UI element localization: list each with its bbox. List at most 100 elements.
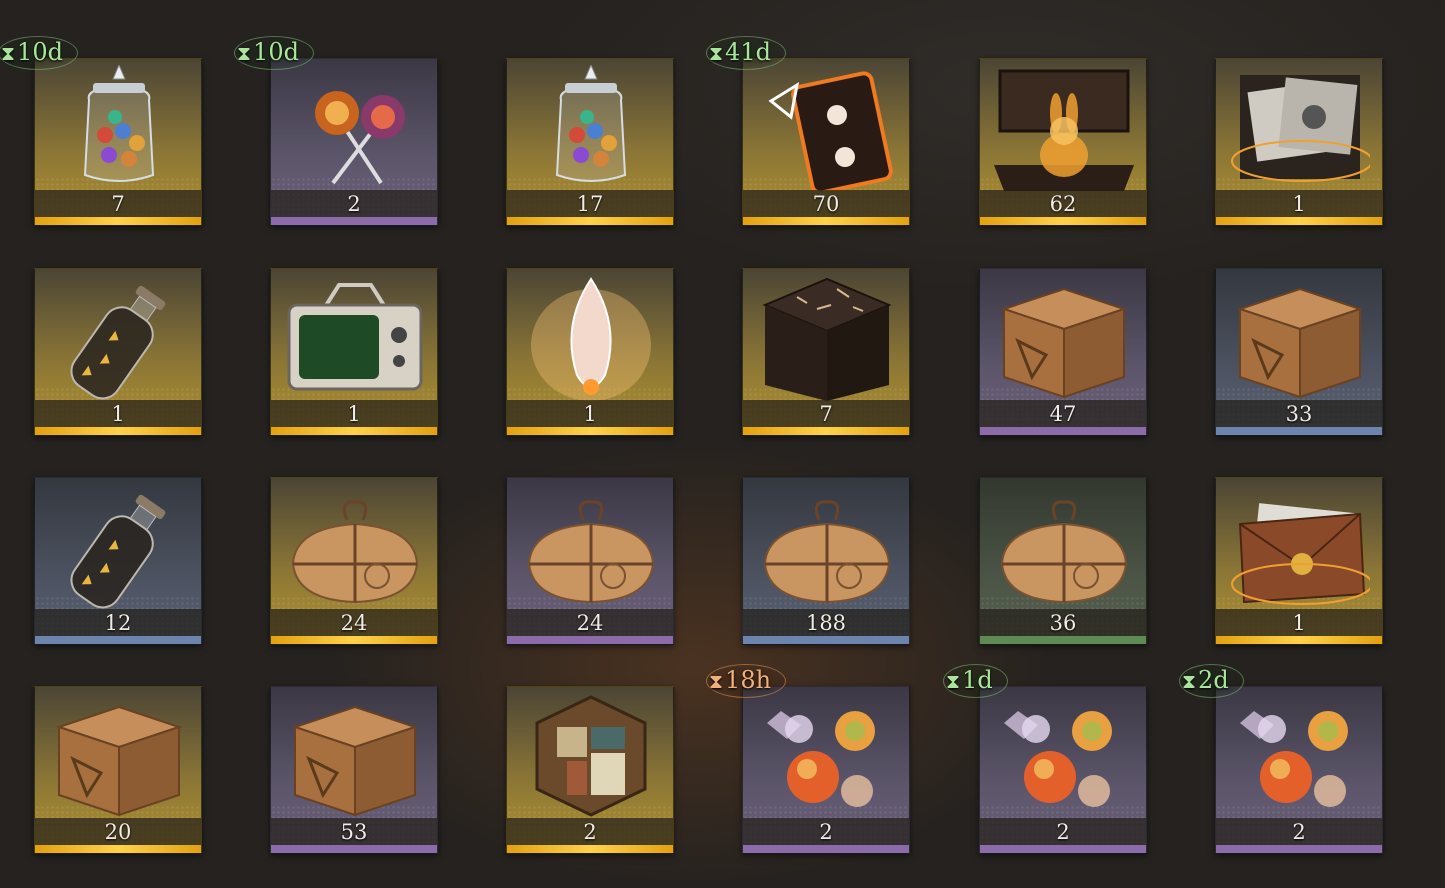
rarity-stripe (35, 845, 201, 853)
inventory-slot-supply-crate[interactable]: 47 (979, 268, 1147, 436)
item-quantity: 70 (812, 192, 840, 216)
item-quantity: 17 (576, 192, 604, 216)
rarity-stripe (980, 217, 1146, 225)
item-quantity: 36 (1049, 611, 1077, 635)
item-quantity: 1 (111, 402, 125, 426)
expiry-timer-badge: ⧗18h (706, 664, 787, 698)
item-quantity: 188 (805, 611, 847, 635)
inventory-slot-paper-parcel[interactable]: 188 (742, 477, 910, 645)
rarity-stripe (743, 217, 909, 225)
candy-jar-icon (521, 63, 661, 191)
item-quantity: 1 (583, 402, 597, 426)
item-quantity: 2 (583, 820, 597, 844)
wooden-crate-icon (1230, 275, 1370, 401)
message-bottle-icon (49, 275, 189, 401)
inventory-slot-supply-crate[interactable]: 33 (1215, 268, 1383, 436)
inventory-slot-paper-parcel[interactable]: 24 (270, 477, 438, 645)
hourglass-icon: ⧗ (709, 669, 724, 693)
hourglass-icon: ⧗ (1, 41, 16, 65)
timer-text: 41d (725, 38, 771, 66)
item-quantity: 2 (819, 820, 833, 844)
item-quantity: 47 (1049, 402, 1077, 426)
cassette-device-icon (757, 65, 897, 195)
inventory-slot-paper-parcel[interactable]: 24 (506, 477, 674, 645)
timer-text: 10d (253, 38, 299, 66)
rarity-stripe (271, 427, 437, 435)
timer-text: 10d (17, 38, 63, 66)
paper-parcel-icon (521, 484, 661, 610)
rarity-stripe (1216, 845, 1382, 853)
sealed-envelope-icon (1230, 484, 1373, 610)
rarity-stripe (1216, 636, 1382, 644)
rarity-stripe (507, 636, 673, 644)
rarity-stripe (743, 427, 909, 435)
timer-text: 1d (962, 666, 993, 694)
glowing-crystal-icon (521, 275, 661, 401)
paper-parcel-icon (757, 484, 897, 610)
puzzle-tile-icon (521, 693, 661, 819)
wooden-crate-icon (285, 693, 425, 819)
rarity-stripe (507, 845, 673, 853)
item-quantity: 2 (1292, 820, 1306, 844)
message-bottle-icon (49, 484, 189, 610)
item-quantity: 7 (819, 402, 833, 426)
inventory-slot-paper-parcel[interactable]: 36 (979, 477, 1147, 645)
hourglass-icon: ⧗ (709, 41, 724, 65)
rarity-stripe (271, 217, 437, 225)
rarity-stripe (271, 636, 437, 644)
inventory-slot-rabbit-box[interactable]: 62 (979, 58, 1147, 226)
inventory-slot-rune-cube[interactable]: 7 (742, 268, 910, 436)
item-quantity: 24 (340, 611, 368, 635)
rarity-stripe (35, 636, 201, 644)
inventory-slot-photo-chest[interactable]: 1 (1215, 58, 1383, 226)
rarity-stripe (1216, 427, 1382, 435)
rarity-stripe (743, 636, 909, 644)
inventory-slot-sealed-envelope[interactable]: 1 (1215, 477, 1383, 645)
wrapped-candies-icon (1230, 693, 1370, 819)
inventory-slot-old-television[interactable]: 1 (270, 268, 438, 436)
expiry-timer-badge: ⧗2d (1179, 664, 1244, 698)
old-television-icon (285, 275, 425, 401)
rune-cube-icon (757, 275, 897, 401)
wooden-crate-icon (49, 693, 189, 819)
item-quantity: 1 (1292, 192, 1306, 216)
item-quantity: 62 (1049, 192, 1077, 216)
expiry-timer-badge: ⧗10d (234, 36, 314, 70)
item-quantity: 2 (347, 192, 361, 216)
lollipops-icon (285, 65, 425, 191)
item-quantity: 33 (1285, 402, 1313, 426)
item-quantity: 20 (104, 820, 132, 844)
paper-parcel-icon (994, 484, 1134, 610)
wrapped-candies-icon (757, 693, 897, 819)
item-quantity: 1 (1292, 611, 1306, 635)
inventory-slot-candy-jar[interactable]: 17 (506, 58, 674, 226)
item-quantity: 12 (104, 611, 132, 635)
inventory-slot-puzzle-tile[interactable]: 2 (506, 686, 674, 854)
expiry-timer-badge: ⧗1d (943, 664, 1008, 698)
inventory-slot-message-bottle[interactable]: 12 (34, 477, 202, 645)
rarity-stripe (507, 427, 673, 435)
inventory-slot-glowing-crystal[interactable]: 1 (506, 268, 674, 436)
inventory-slot-candy-jar[interactable]: 7 (34, 58, 202, 226)
expiry-timer-badge: ⧗41d (706, 36, 786, 70)
inventory-slot-cassette-device[interactable]: 70 (742, 58, 910, 226)
rarity-stripe (980, 636, 1146, 644)
inventory-slot-wrapped-candies[interactable]: 2 (1215, 686, 1383, 854)
rarity-stripe (1216, 217, 1382, 225)
inventory-slot-wrapped-candies[interactable]: 2 (742, 686, 910, 854)
inventory-slot-wrapped-candies[interactable]: 2 (979, 686, 1147, 854)
inventory-slot-message-bottle[interactable]: 1 (34, 268, 202, 436)
inventory-slot-supply-crate[interactable]: 53 (270, 686, 438, 854)
inventory-grid: 7 ⧗10d 2 ⧗10d 17 70 ⧗41d 62 1 1 1 1 7 47 33 12 24 24 188 36… (0, 0, 1445, 888)
rarity-stripe (980, 845, 1146, 853)
item-quantity: 2 (1056, 820, 1070, 844)
inventory-slot-supply-crate[interactable]: 20 (34, 686, 202, 854)
rarity-stripe (271, 845, 437, 853)
hourglass-icon: ⧗ (1182, 669, 1197, 693)
inventory-slot-lollipops[interactable]: 2 (270, 58, 438, 226)
paper-parcel-icon (285, 484, 425, 610)
rarity-stripe (980, 427, 1146, 435)
rarity-stripe (743, 845, 909, 853)
rabbit-box-icon (994, 65, 1134, 191)
expiry-timer-badge: ⧗10d (0, 36, 78, 70)
